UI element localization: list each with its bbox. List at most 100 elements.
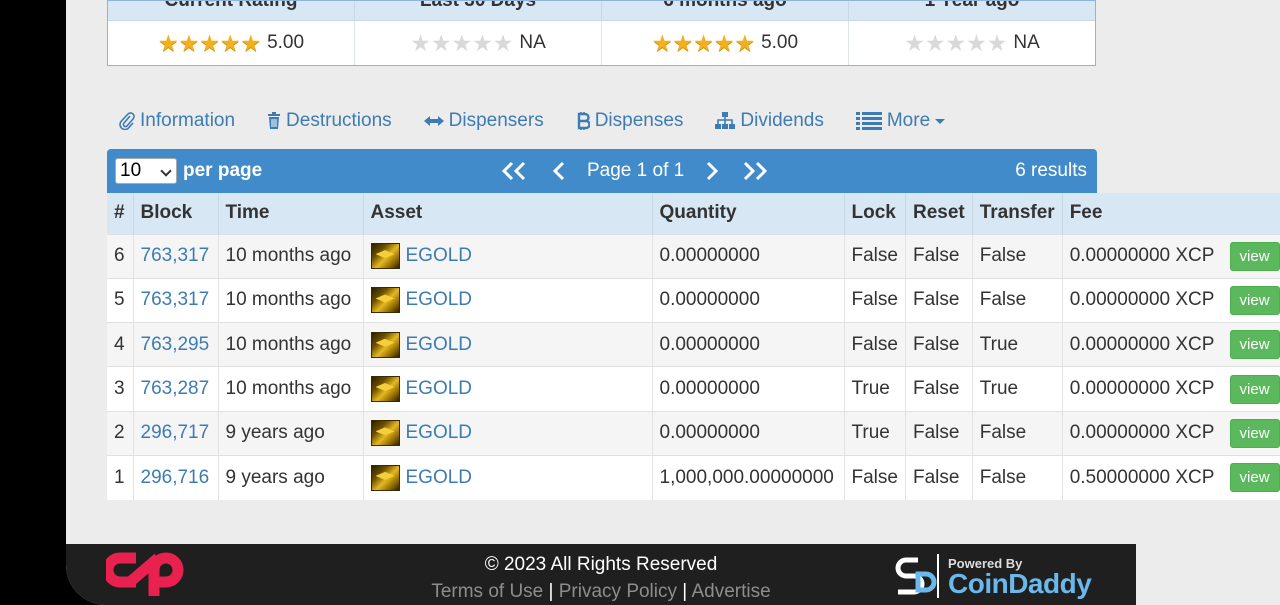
lock-cell: False xyxy=(844,277,906,323)
next-page-button[interactable] xyxy=(702,161,722,181)
rating-cell: ★ ★ ★ ★ ★ NA xyxy=(355,21,602,65)
tab-more-dropdown[interactable]: More xyxy=(855,108,946,134)
column-header: Quantity xyxy=(652,193,845,234)
double-chevron-left-icon xyxy=(501,161,526,181)
quantity-cell: 1,000,000.00000000 xyxy=(652,454,845,500)
per-page-select[interactable]: 10 xyxy=(115,158,177,184)
asset-link[interactable]: EGOLD xyxy=(406,378,473,400)
lock-cell: False xyxy=(844,233,906,279)
pager: Page 1 of 1 xyxy=(499,149,770,193)
list-icon xyxy=(855,112,882,130)
rating-header-label: Last 30 Days xyxy=(355,1,601,10)
view-button[interactable]: view xyxy=(1229,285,1280,315)
view-cell: view xyxy=(1222,410,1280,456)
block-link[interactable]: 296,717 xyxy=(141,422,210,443)
advertise-link[interactable]: Advertise xyxy=(691,581,770,602)
rating-cell: ★ ★ ★ ★ ★ 5.00 xyxy=(602,21,849,65)
column-header: Fee xyxy=(1069,202,1103,224)
tab-information[interactable]: Information xyxy=(119,108,235,134)
egold-asset-icon xyxy=(370,331,400,358)
rating-cell: ★ ★ ★ ★ ★ 5.00 xyxy=(108,21,355,65)
tab-destructions[interactable]: Destructions xyxy=(267,108,392,134)
view-cell: view xyxy=(1222,233,1280,279)
view-button[interactable]: view xyxy=(1229,241,1280,271)
terms-link[interactable]: Terms of Use xyxy=(431,581,543,602)
fee-cell: 0.00000000 XCP xyxy=(1062,233,1223,279)
view-cell: view xyxy=(1222,322,1280,367)
egold-asset-icon xyxy=(370,420,400,447)
rating-header: Current Rating Last 30 Days 6 months ago… xyxy=(108,1,1095,21)
asset-link[interactable]: EGOLD xyxy=(406,289,473,311)
footer-separator: | xyxy=(682,581,688,602)
asset-cell: EGOLD xyxy=(363,277,653,323)
results-count: 6 results xyxy=(1015,160,1087,181)
table-row: 1 296,716 9 years ago EGOLD 1,000,000.000000… xyxy=(107,454,1280,500)
asset-cell: EGOLD xyxy=(363,366,653,412)
transfer-cell: False xyxy=(972,277,1063,323)
reset-cell: False xyxy=(905,366,973,412)
asset: EGOLD xyxy=(370,287,645,314)
view-cell: view xyxy=(1222,454,1280,500)
fee-cell: 0.00000000 XCP xyxy=(1062,277,1223,323)
table-header-row: # Block Time Asset Quantity Lock Reset T… xyxy=(107,193,1280,234)
double-chevron-right-icon xyxy=(744,161,768,181)
first-page-button[interactable] xyxy=(499,161,529,181)
reset-cell: False xyxy=(905,277,973,323)
star-icon: ★ xyxy=(734,30,756,56)
transfer-cell: False xyxy=(972,454,1063,500)
reset-cell: False xyxy=(905,233,973,279)
time-cell: 9 years ago xyxy=(218,410,364,456)
asset-link[interactable]: EGOLD xyxy=(406,422,473,444)
block-link[interactable]: 763,317 xyxy=(141,289,210,310)
tab-label: More xyxy=(886,110,931,131)
tab-label: Information xyxy=(140,110,236,131)
block-link[interactable]: 763,295 xyxy=(141,334,210,355)
column-header: Reset xyxy=(905,193,973,234)
asset-cell: EGOLD xyxy=(363,233,653,279)
block-link[interactable]: 296,716 xyxy=(141,467,210,488)
tab-dispensers[interactable]: Dispensers xyxy=(423,108,544,134)
footer-separator: | xyxy=(548,581,554,602)
quantity-cell: 0.00000000 xyxy=(652,322,845,367)
column-header: Asset xyxy=(363,193,653,234)
footer: © 2023 All Rights Reserved Terms of Use … xyxy=(66,544,1136,605)
star-icon: ★ xyxy=(966,30,987,56)
pagination-bar: 10 per page Page 1 of 1 6 results xyxy=(107,149,1097,193)
chevron-down-icon xyxy=(160,165,172,177)
tab-dispenses[interactable]: Dispenses xyxy=(576,108,684,134)
rating-header-cell: Last 30 Days xyxy=(355,1,602,20)
fee-cell: 0.00000000 XCP xyxy=(1062,366,1223,412)
fee-cell: 0.00000000 XCP xyxy=(1062,410,1223,456)
egold-asset-icon xyxy=(370,243,400,270)
block-link[interactable]: 763,317 xyxy=(141,245,210,266)
asset-link[interactable]: EGOLD xyxy=(406,467,473,489)
rating-values-row: ★ ★ ★ ★ ★ 5.00 ★ ★ ★ ★ ★ NA ★ ★ ★ ★ ★ 5.00 ★ ★ ★ ★ ★ NA xyxy=(108,21,1095,65)
view-button[interactable]: view xyxy=(1229,418,1280,448)
caret-down-icon xyxy=(935,118,946,124)
star-icon: ★ xyxy=(713,30,735,56)
powered-by-coindaddy[interactable]: Powered By CoinDaddy xyxy=(892,552,1092,600)
star-icon: ★ xyxy=(986,30,1008,56)
view-button[interactable]: view xyxy=(1229,330,1280,360)
tab-label: Dividends xyxy=(740,110,824,131)
row-number: 4 xyxy=(107,322,134,367)
table-row: 5 763,317 10 months ago EGOLD 0.00000000 Fals… xyxy=(107,277,1280,323)
tab-dividends[interactable]: Dividends xyxy=(715,108,824,134)
star-icon: ★ xyxy=(924,30,946,56)
last-page-button[interactable] xyxy=(740,161,770,181)
prev-page-button[interactable] xyxy=(549,161,569,181)
lock-cell: True xyxy=(844,410,906,456)
time-cell: 10 months ago xyxy=(218,233,364,279)
block-cell: 763,317 xyxy=(133,233,219,279)
view-button[interactable]: view xyxy=(1229,463,1280,493)
view-button[interactable]: view xyxy=(1229,374,1280,404)
transfer-cell: True xyxy=(972,366,1063,412)
tab-label: Dispenses xyxy=(594,110,684,131)
privacy-link[interactable]: Privacy Policy xyxy=(559,581,677,602)
table-row: 3 763,287 10 months ago EGOLD 0.00000000 True… xyxy=(107,366,1280,412)
asset-link[interactable]: EGOLD xyxy=(406,245,473,267)
asset-cell: EGOLD xyxy=(363,410,653,456)
table-row: 4 763,295 10 months ago EGOLD 0.00000000 Fals… xyxy=(107,322,1280,367)
asset-link[interactable]: EGOLD xyxy=(406,334,473,356)
block-link[interactable]: 763,287 xyxy=(141,378,210,399)
